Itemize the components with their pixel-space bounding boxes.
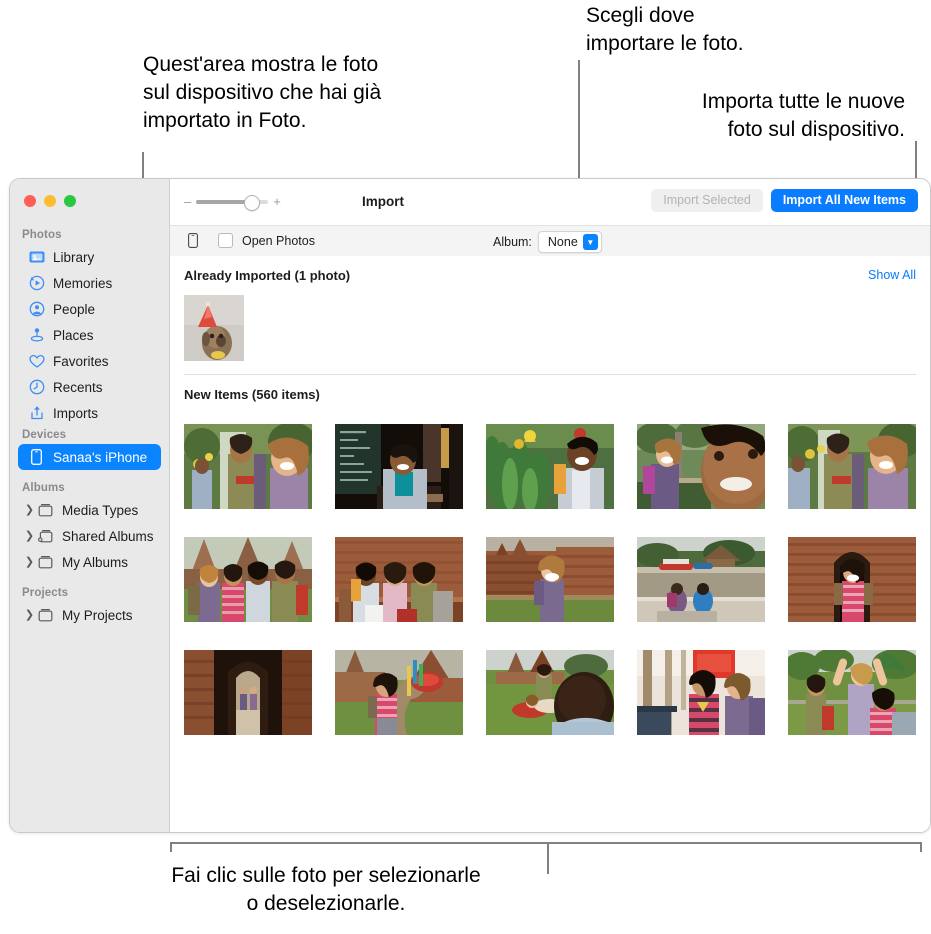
chevron-down-icon[interactable]: ▼ — [582, 234, 598, 250]
library-icon — [28, 249, 45, 266]
people-icon — [28, 301, 45, 318]
thumbnail-woman-in-temple-archway[interactable] — [788, 537, 916, 622]
sidebar-item-label: Memories — [53, 275, 113, 291]
sidebar-item-shared-albums[interactable]: ❯ Shared Albums — [18, 523, 161, 549]
sidebar-item-label: Recents — [53, 379, 103, 395]
callout-text-right: Importa tutte le nuove foto sul disposit… — [701, 90, 905, 141]
album-selector-group: Album: None ▼ — [493, 231, 602, 253]
new-items-header: New Items (560 items) — [170, 375, 930, 402]
sidebar-item-label: Shared Albums — [62, 528, 154, 544]
callout-bracket-bottom-left — [170, 842, 172, 852]
sidebar-item-favorites[interactable]: Favorites — [18, 348, 161, 374]
iphone-icon — [28, 449, 45, 466]
callout-text-bottom: Fai clic sulle foto per selezionarle o d… — [171, 864, 481, 915]
sidebar-item-label: Favorites — [53, 353, 109, 369]
iphone-icon — [184, 232, 201, 249]
sidebar: Photos Library Memories People Places Fa… — [10, 179, 170, 832]
import-icon — [28, 405, 45, 422]
toolbar: – + Import Import Selected Import All Ne… — [170, 179, 930, 226]
thumbnail-two-people-by-river[interactable] — [637, 537, 765, 622]
album-icon — [37, 554, 54, 571]
sidebar-list: Photos Library Memories People Places Fa… — [10, 226, 169, 628]
sidebar-item-media-types[interactable]: ❯ Media Types — [18, 497, 161, 523]
callout-text-top: Scegli dove importare le foto. — [586, 4, 744, 55]
sidebar-item-sanaas-iphone[interactable]: Sanaa's iPhone — [18, 444, 161, 470]
chevron-right-icon[interactable]: ❯ — [24, 504, 35, 516]
page-title: Import — [362, 194, 404, 209]
album-icon — [37, 502, 54, 519]
already-imported-header: Already Imported (1 photo) Show All — [170, 256, 930, 283]
thumbnail-friends-on-lawn[interactable] — [486, 650, 614, 735]
thumbnail-woman-hiker-closeup[interactable] — [637, 424, 765, 509]
open-photos-label: Open Photos — [242, 233, 315, 248]
open-photos-checkbox[interactable] — [218, 233, 233, 248]
sidebar-item-imports[interactable]: Imports — [18, 400, 161, 426]
sidebar-item-label: My Projects — [62, 607, 133, 623]
sidebar-item-memories[interactable]: Memories — [18, 270, 161, 296]
sidebar-section-projects-title: Projects — [22, 587, 69, 599]
sidebar-item-label: My Albums — [62, 554, 129, 570]
sidebar-item-label: Imports — [53, 405, 99, 421]
sidebar-item-label: Places — [53, 327, 94, 343]
sidebar-item-label: People — [53, 301, 96, 317]
chevron-right-icon[interactable]: ❯ — [24, 530, 35, 542]
thumbnail-dog-with-party-hat[interactable] — [184, 295, 244, 361]
thumbnail-group-at-temple-ruins[interactable] — [184, 537, 312, 622]
sidebar-item-recents[interactable]: Recents — [18, 374, 161, 400]
sidebar-item-label: Sanaa's iPhone — [53, 449, 148, 465]
callout-text-left: Quest'area mostra le foto sul dispositiv… — [143, 53, 382, 132]
import-pane[interactable]: Already Imported (1 photo) Show All New … — [170, 256, 930, 832]
thumbnail-three-friends-walking[interactable] — [788, 424, 916, 509]
thumbnail-woman-at-red-brick-temple[interactable] — [486, 537, 614, 622]
thumbnail-man-with-yellow-flowers[interactable] — [486, 424, 614, 509]
main-content: – + Import Import Selected Import All Ne… — [170, 179, 930, 832]
album-label: Album: — [493, 235, 532, 249]
sidebar-section-devices-title: Devices — [22, 429, 67, 441]
thumbnail-woman-by-decorated-tree[interactable] — [335, 650, 463, 735]
import-selected-button[interactable]: Import Selected — [651, 189, 763, 212]
sidebar-item-label: Media Types — [62, 502, 139, 518]
album-popup-button[interactable]: None ▼ — [537, 231, 602, 253]
thumbnail-friends-arms-raised[interactable] — [788, 650, 916, 735]
photos-window: Photos Library Memories People Places Fa… — [9, 178, 931, 833]
chevron-right-icon[interactable]: ❯ — [24, 609, 35, 621]
places-icon — [28, 327, 45, 344]
thumbnail-two-hikers-on-path[interactable] — [184, 424, 312, 509]
show-all-link[interactable]: Show All — [868, 268, 916, 282]
sidebar-item-label: Library — [53, 249, 95, 265]
new-items-heading: New Items (560 items) — [184, 387, 320, 402]
open-photos-option[interactable]: Open Photos — [184, 232, 315, 249]
sidebar-item-my-albums[interactable]: ❯ My Albums — [18, 549, 161, 575]
callout-bracket-bottom-right — [920, 842, 922, 852]
already-imported-heading: Already Imported (1 photo) — [184, 268, 351, 283]
album-icon — [37, 607, 54, 624]
thumbnail-three-friends-on-brick-steps[interactable] — [335, 537, 463, 622]
heart-icon — [28, 353, 45, 370]
clock-icon — [28, 379, 45, 396]
thumbnail-two-women-in-tuk-tuk[interactable] — [637, 650, 765, 735]
callout-line-bottom-stem — [547, 842, 549, 874]
thumbnail-man-at-cafe-chalkboard[interactable] — [335, 424, 463, 509]
thumbnail-hikers-in-dark-corridor[interactable] — [184, 650, 312, 735]
import-all-new-items-button[interactable]: Import All New Items — [770, 189, 918, 212]
sidebar-section-albums-title: Albums — [22, 482, 65, 494]
album-selected-value: None — [547, 235, 578, 249]
memories-icon — [28, 275, 45, 292]
callout-bracket-bottom-bar — [170, 842, 922, 844]
already-imported-strip — [170, 283, 930, 361]
sidebar-section-photos-title: Photos — [22, 229, 62, 241]
new-items-grid — [170, 402, 930, 735]
sidebar-item-library[interactable]: Library — [18, 244, 161, 270]
import-options-bar: Open Photos Album: None ▼ — [170, 226, 930, 257]
chevron-right-icon[interactable]: ❯ — [24, 556, 35, 568]
shared-album-icon — [37, 528, 54, 545]
sidebar-item-my-projects[interactable]: ❯ My Projects — [18, 602, 161, 628]
toolbar-actions: Import Selected Import All New Items — [651, 189, 918, 212]
sidebar-item-places[interactable]: Places — [18, 322, 161, 348]
sidebar-item-people[interactable]: People — [18, 296, 161, 322]
